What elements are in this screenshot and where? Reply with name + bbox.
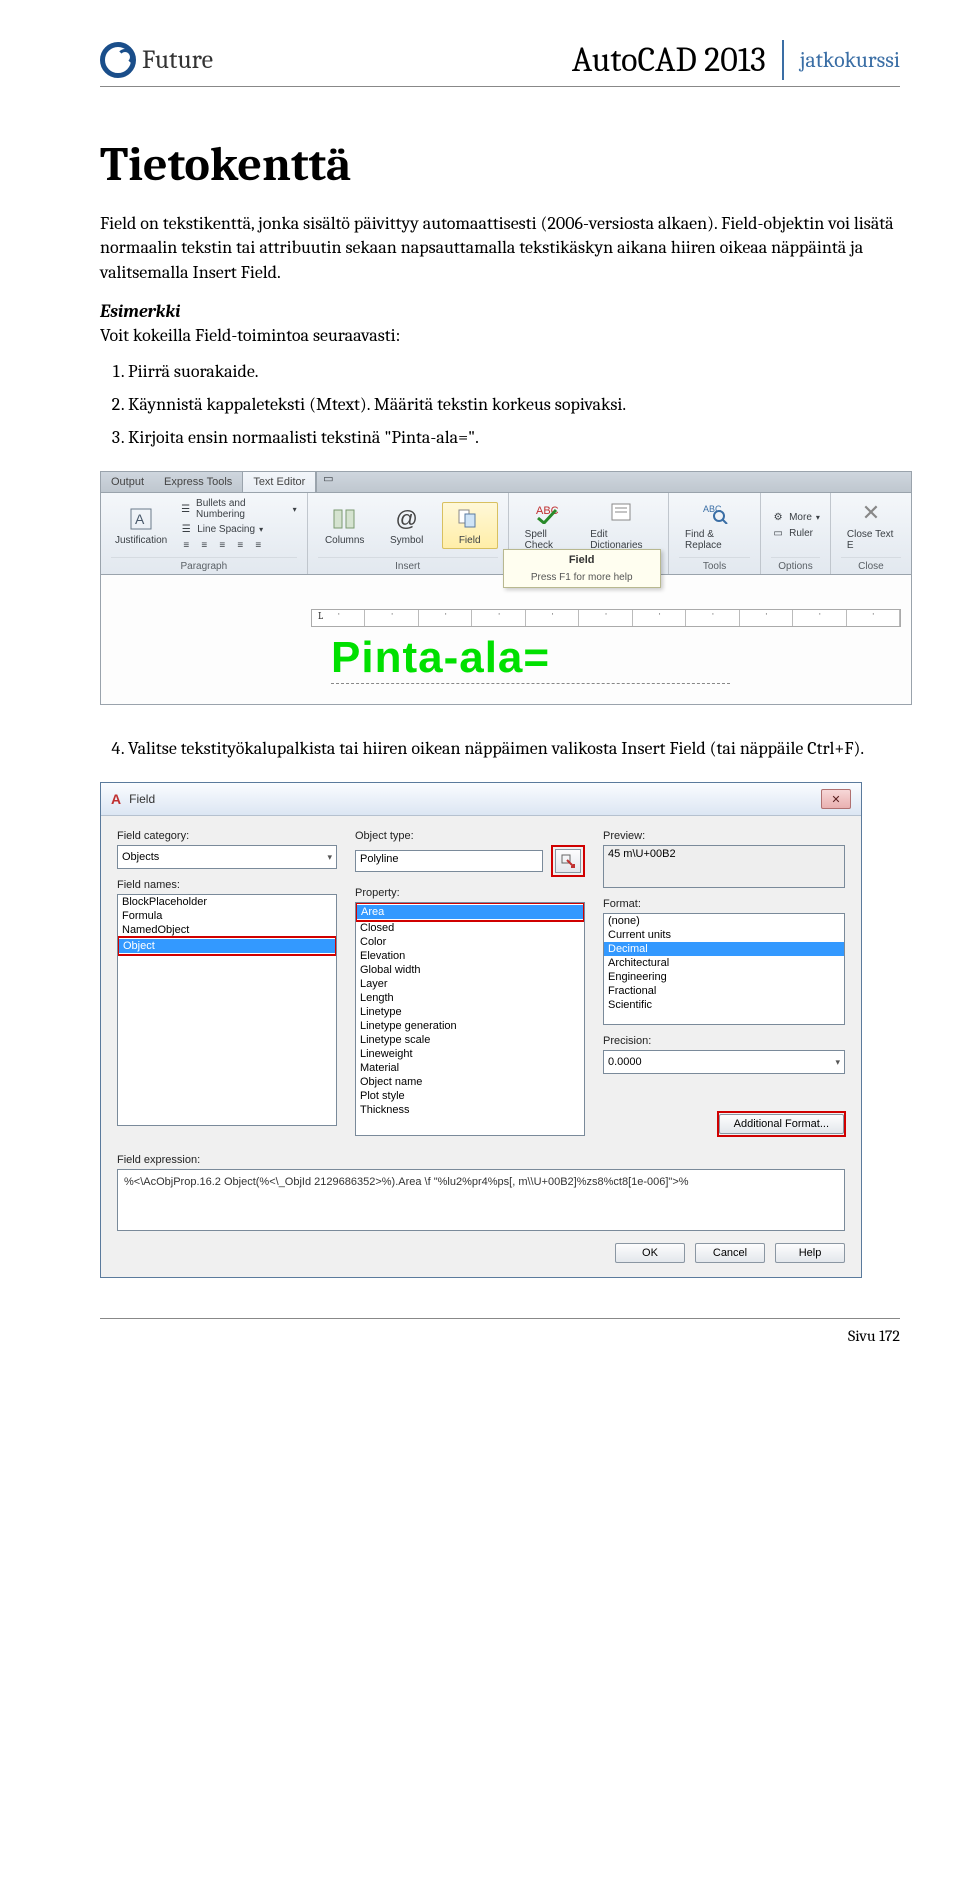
symbol-button[interactable]: @ Symbol	[380, 503, 434, 548]
ruler-toggle[interactable]: ▭ Ruler	[771, 526, 820, 540]
svg-text:ABC: ABC	[703, 504, 722, 514]
highlight-area: Area	[355, 902, 585, 922]
doc-title: AutoCAD 2013	[572, 40, 766, 80]
page-header: Future AutoCAD 2013 jatkokurssi	[100, 40, 900, 87]
field-expression-box: %<\AcObjProp.16.2 Object(%<\_ObjId 21296…	[117, 1169, 845, 1231]
spell-check-button[interactable]: ABC Spell Check	[519, 497, 577, 553]
align-center-icon[interactable]: ≡	[197, 538, 211, 552]
dictionary-icon	[607, 499, 635, 527]
dialog-close-button[interactable]: ✕	[821, 789, 851, 809]
highlight-additional-format: Additional Format...	[717, 1111, 846, 1137]
step-1: Piirrä suorakaide.	[128, 358, 900, 385]
align-right-icon[interactable]: ≡	[215, 538, 229, 552]
field-names-list[interactable]: BlockPlaceholder Formula NamedObject Obj…	[117, 894, 337, 1126]
gear-icon: ⚙	[771, 510, 785, 524]
panel-label-options: Options	[771, 557, 820, 572]
property-list[interactable]: Area Closed Color Elevation Global width…	[355, 902, 585, 1136]
intro-paragraph: Field on tekstikenttä, jonka sisältö päi…	[100, 212, 900, 285]
panel-label-insert: Insert	[318, 557, 498, 572]
label-preview: Preview:	[603, 830, 845, 842]
highlight-object: Object	[117, 936, 337, 956]
panel-label-tools: Field Press F1 for more help Tools	[519, 557, 658, 572]
justification-button[interactable]: A Justification	[111, 503, 171, 548]
step-2: Käynnistä kappaleteksti (Mtext). Määritä…	[128, 391, 900, 418]
cancel-button[interactable]: Cancel	[695, 1243, 765, 1263]
example-heading: Esimerkki	[100, 301, 900, 322]
step-3: Kirjoita ensin normaalisti tekstinä "Pin…	[128, 424, 900, 451]
panel-label-paragraph: Paragraph	[111, 557, 297, 572]
label-precision: Precision:	[603, 1035, 845, 1047]
pick-object-button[interactable]	[555, 849, 581, 873]
columns-button[interactable]: Columns	[318, 503, 372, 548]
line-spacing-button[interactable]: ☰ Line Spacing ▾	[179, 522, 296, 536]
close-text-editor-button[interactable]: ✕ Close Text E	[841, 497, 901, 553]
steps-list: Piirrä suorakaide. Käynnistä kappaleteks…	[100, 358, 900, 451]
screenshot-ribbon: Output Express Tools Text Editor ▭ A Jus…	[100, 471, 900, 705]
field-category-combo[interactable]: Objects ▾	[117, 845, 337, 869]
field-button[interactable]: Field	[442, 502, 498, 549]
find-replace-button[interactable]: ABC Find & Replace	[679, 497, 750, 553]
bullets-icon: ☰	[179, 502, 192, 516]
align-justify-icon[interactable]: ≡	[233, 538, 247, 552]
example-lead: Voit kokeilla Field-toimintoa seuraavast…	[100, 324, 900, 348]
steps-list-cont: Valitse tekstityökalupalkista tai hiiren…	[100, 735, 900, 762]
panel-label-tools2: Tools	[679, 557, 750, 572]
more-button[interactable]: ⚙ More ▾	[771, 510, 820, 524]
mtext-ruler[interactable]: L	[311, 609, 901, 627]
panel-label-close: Close	[841, 557, 901, 572]
label-field-category: Field category:	[117, 830, 337, 842]
chevron-down-icon: ▾	[835, 1057, 840, 1068]
line-spacing-icon: ☰	[179, 522, 193, 536]
alignment-buttons[interactable]: ≡ ≡ ≡ ≡ ≡	[179, 538, 296, 552]
ruler-icon: ▭	[771, 526, 785, 540]
label-format: Format:	[603, 898, 845, 910]
symbol-icon: @	[393, 505, 421, 533]
field-tooltip: Field Press F1 for more help	[503, 549, 661, 588]
mtext-content[interactable]: Pinta-ala=	[331, 633, 730, 684]
dialog-title: Field	[129, 792, 813, 806]
spell-check-icon: ABC	[533, 499, 561, 527]
precision-combo[interactable]: 0.0000 ▾	[603, 1050, 845, 1074]
object-type-field: Polyline	[355, 850, 543, 872]
additional-format-button[interactable]: Additional Format...	[719, 1114, 844, 1134]
close-icon: ✕	[857, 499, 885, 527]
preview-field: 45 m\U+00B2	[603, 845, 845, 888]
ok-button[interactable]: OK	[615, 1243, 685, 1263]
help-button[interactable]: Help	[775, 1243, 845, 1263]
format-list[interactable]: (none) Current units Decimal Architectur…	[603, 913, 845, 1025]
edit-dictionaries-button[interactable]: Edit Dictionaries	[584, 497, 658, 553]
find-replace-icon: ABC	[701, 499, 729, 527]
label-expression: Field expression:	[117, 1154, 845, 1166]
panel-overflow-icon[interactable]: ▭	[316, 472, 339, 492]
label-property: Property:	[355, 887, 585, 899]
tab-output[interactable]: Output	[101, 472, 154, 492]
align-dist-icon[interactable]: ≡	[251, 538, 265, 552]
main-heading: Tietokenttä	[100, 137, 900, 192]
highlight-pick-button	[551, 845, 585, 877]
brand-logo: Future	[100, 42, 213, 78]
svg-text:A: A	[135, 511, 145, 527]
future-logo-icon	[100, 42, 136, 78]
tab-express-tools[interactable]: Express Tools	[154, 472, 242, 492]
field-icon	[456, 505, 484, 533]
columns-icon	[331, 505, 359, 533]
chevron-down-icon: ▾	[327, 852, 332, 863]
step-4: Valitse tekstityökalupalkista tai hiiren…	[128, 735, 900, 762]
page-footer: Sivu 172	[100, 1318, 900, 1375]
autocad-app-icon: A	[111, 791, 121, 807]
bullets-numbering-button[interactable]: ☰ Bullets and Numbering ▾	[179, 498, 296, 520]
tab-text-editor[interactable]: Text Editor	[242, 472, 316, 492]
label-field-names: Field names:	[117, 879, 337, 891]
align-left-icon[interactable]: ≡	[179, 538, 193, 552]
justification-icon: A	[127, 505, 155, 533]
label-object-type: Object type:	[355, 830, 585, 842]
doc-subtitle: jatkokurssi	[784, 47, 900, 73]
field-dialog: A Field ✕ Field category: Objects ▾ Fiel…	[100, 782, 862, 1278]
brand-name: Future	[142, 45, 213, 75]
